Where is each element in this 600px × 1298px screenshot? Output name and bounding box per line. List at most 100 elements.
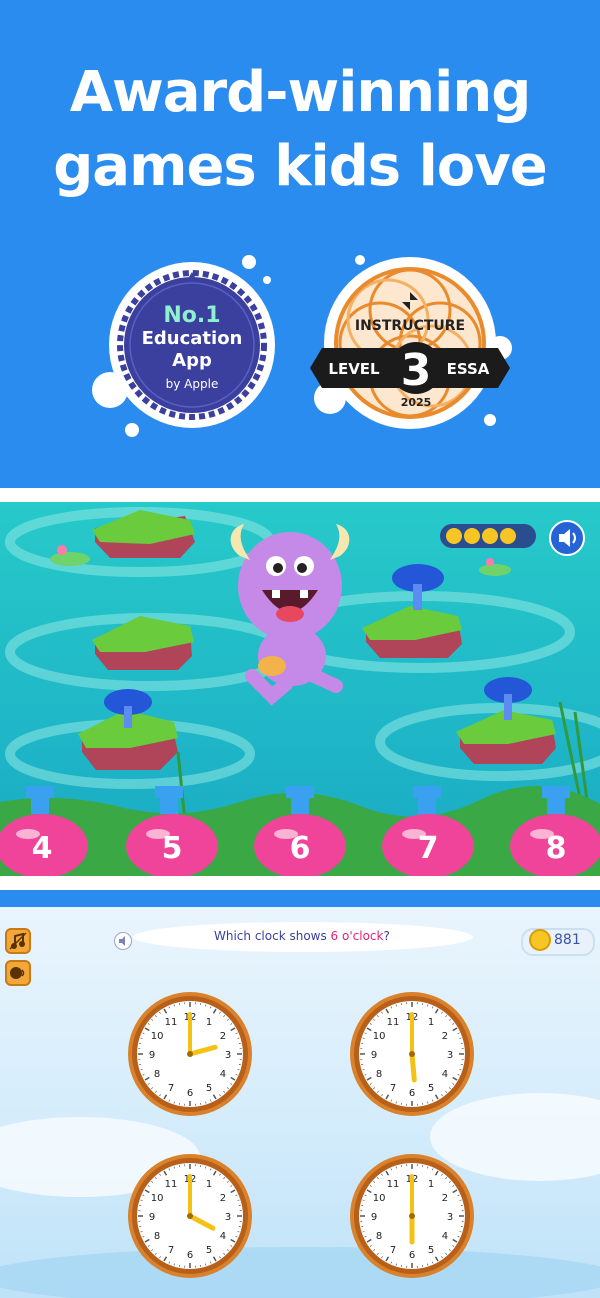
badge-level: LEVEL	[328, 360, 380, 378]
clock-reading-game	[0, 907, 600, 1298]
section-divider-2	[0, 876, 600, 890]
clock-number: 1	[206, 1179, 212, 1190]
flask-8[interactable]: 8	[510, 786, 600, 876]
hour-hand	[409, 1051, 417, 1083]
gold-coin-icon	[529, 929, 551, 951]
sky-background	[0, 1093, 600, 1298]
clock-number: 1	[206, 1017, 212, 1028]
headline-line-1: Award-winning	[69, 60, 532, 125]
clock-number: 4	[442, 1069, 448, 1080]
speaker-small-icon	[119, 936, 125, 946]
clock-number: 10	[151, 1193, 164, 1204]
clock-number: 7	[390, 1245, 396, 1256]
clock-number: 9	[149, 1212, 155, 1223]
flask-4[interactable]: 4	[0, 786, 88, 876]
clock-number: 4	[442, 1231, 448, 1242]
clock-number: 9	[149, 1050, 155, 1061]
replay-question-button[interactable]	[114, 932, 132, 950]
clock-number: 2	[442, 1193, 448, 1204]
clock-option-4[interactable]: 121234567891011	[346, 1150, 478, 1282]
blue-separator	[0, 890, 600, 907]
essa-level3-badge: INSTRUCTURE LEVEL 3 ESSA 2025	[310, 255, 512, 429]
clock-number: 3	[447, 1050, 453, 1061]
clock-number: 9	[371, 1050, 377, 1061]
clock-number: 8	[376, 1231, 382, 1242]
clock-number: 8	[154, 1231, 160, 1242]
clock-number: 11	[165, 1179, 178, 1190]
flask-5-label: 5	[162, 831, 183, 866]
clock-option-2[interactable]: 121234567891011	[346, 988, 478, 1120]
clock-number: 6	[409, 1088, 415, 1099]
clock-number: 6	[409, 1250, 415, 1261]
clock-number: 8	[376, 1069, 382, 1080]
clock-number: 2	[220, 1031, 226, 1042]
badge-level-number: 3	[401, 345, 432, 396]
flask-8-label: 8	[546, 831, 567, 866]
speaking-head-icon	[10, 967, 25, 979]
flask-row: 4 5 6 7 8	[0, 786, 600, 876]
question-suffix: ?	[383, 929, 390, 943]
flask-7[interactable]: 7	[382, 786, 474, 876]
clock-number: 4	[220, 1069, 226, 1080]
badge-app: App	[172, 350, 212, 371]
coin-count: 881	[554, 932, 581, 948]
clock-number: 2	[220, 1193, 226, 1204]
clock-number: 5	[206, 1083, 212, 1094]
potion-counting-game: 4 5 6 7 8	[0, 502, 600, 876]
badge-education: Education	[142, 328, 243, 349]
clock-number: 7	[168, 1245, 174, 1256]
clock-number: 6	[187, 1088, 193, 1099]
clock-number: 8	[154, 1069, 160, 1080]
island-4	[362, 564, 462, 658]
flask-5[interactable]: 5	[126, 786, 218, 876]
clock-number: 10	[373, 1193, 386, 1204]
clock-number: 5	[206, 1245, 212, 1256]
clock-option-1[interactable]: 121234567891011	[124, 988, 256, 1120]
clock-number: 1	[428, 1179, 434, 1190]
headline-line-2: games kids love	[53, 134, 548, 199]
clock-number: 11	[387, 1017, 400, 1028]
clock-number: 5	[428, 1083, 434, 1094]
clock-number: 2	[442, 1031, 448, 1042]
clock-number: 7	[390, 1083, 396, 1094]
music-note-icon	[9, 932, 27, 950]
clock-number: 3	[447, 1212, 453, 1223]
apple-award-badge: No.1 Education App by Apple	[92, 255, 275, 437]
clock-number: 11	[387, 1179, 400, 1190]
headline: Award-winning games kids love	[0, 56, 600, 204]
badge-by-apple: by Apple	[166, 377, 219, 391]
progress-coins	[440, 524, 536, 548]
clock-number: 11	[165, 1017, 178, 1028]
clock-number: 10	[373, 1031, 386, 1042]
flask-7-label: 7	[418, 831, 439, 866]
purple-monster	[230, 524, 350, 706]
speaker-icon	[559, 529, 576, 547]
clock-number: 7	[168, 1083, 174, 1094]
clock-number: 10	[151, 1031, 164, 1042]
flask-4-label: 4	[32, 831, 53, 866]
badge-year: 2025	[401, 396, 432, 409]
flask-6[interactable]: 6	[254, 786, 346, 876]
sound-button[interactable]	[549, 520, 585, 556]
clock-number: 5	[428, 1245, 434, 1256]
island-5	[456, 677, 556, 764]
badge-no1: No.1	[163, 303, 220, 328]
voice-button[interactable]	[5, 960, 31, 986]
flask-6-label: 6	[290, 831, 311, 866]
badge-essa: ESSA	[447, 360, 490, 378]
music-toggle-button[interactable]	[5, 928, 31, 954]
clock-option-3[interactable]: 121234567891011	[124, 1150, 256, 1282]
question-prefix: Which clock shows	[214, 929, 331, 943]
clock-number: 3	[225, 1050, 231, 1061]
hero-banner: Award-winning games kids love No.1 Educa…	[0, 0, 600, 488]
clock-number: 3	[225, 1212, 231, 1223]
clock-number: 1	[428, 1017, 434, 1028]
clock-number: 4	[220, 1231, 226, 1242]
question-text: Which clock shows 6 o'clock?	[214, 929, 390, 943]
badge-instructure: INSTRUCTURE	[355, 318, 465, 334]
clock-number: 9	[371, 1212, 377, 1223]
clock-number: 6	[187, 1250, 193, 1261]
section-divider	[0, 488, 600, 502]
question-highlight: 6 o'clock	[330, 929, 384, 943]
island-3	[78, 689, 178, 770]
